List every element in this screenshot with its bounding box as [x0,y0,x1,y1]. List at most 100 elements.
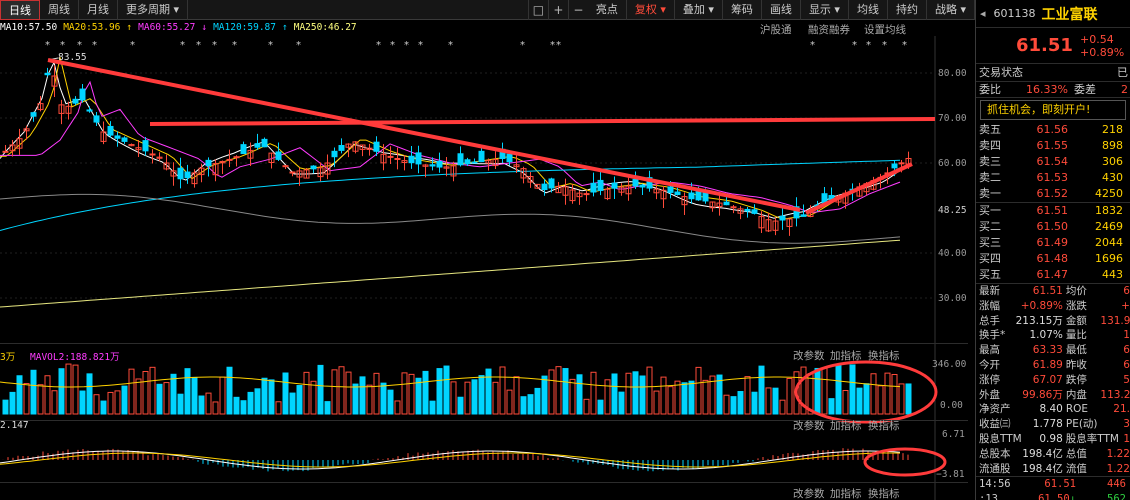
candle-body [541,183,548,191]
volume-bar [65,363,72,415]
bid-price: 61.47 [1036,268,1069,281]
volume-bar [366,384,373,415]
stat-label-2: 内盘 [1065,388,1087,401]
stock-code: 601138 [993,7,1036,20]
ask-level-label: 卖三 [979,155,1001,168]
volume-bar [541,375,548,415]
candle-body [2,150,9,153]
stat-value: 1.07% [1029,329,1063,342]
collapse-chevron-icon[interactable]: ◂ [980,7,986,20]
bottom-edit-params[interactable]: 改参数 [793,486,825,500]
candle-body [121,137,128,142]
stat-row: 换手* 1.07% 量比 1 [976,328,1130,343]
ask-row[interactable]: 卖四 61.55 898 [976,138,1130,154]
volume-edit-params[interactable]: 改参数 [793,348,825,362]
candle-body [408,155,415,164]
bid-row[interactable]: 买一 61.51 1832 [976,203,1130,219]
ma20-line [0,57,901,220]
stat-value: 61.51 [1032,285,1063,297]
volume-bar [401,372,408,415]
volume-bar [289,392,296,415]
event-star-icon: * [376,40,381,51]
stat-label-2: 昨收 [1065,358,1087,371]
volume-bar [93,394,100,415]
trade-status-value: 已 [1117,66,1128,79]
stat-value-2: 5 [1123,373,1130,386]
macd-axis-label: −3.81 [936,469,965,480]
candle-body [72,98,79,104]
event-star-icon: * [92,40,97,51]
candle-body [373,141,380,152]
volume-bar [142,370,149,415]
volume-bar [485,368,492,415]
bid-row[interactable]: 买五 61.47 443 [976,267,1130,283]
bid-row[interactable]: 买四 61.48 1696 [976,251,1130,267]
trend-line-up [805,162,913,215]
volume-bar [443,365,450,415]
stat-row: 外盘 99.86万 内盘 113.2 [976,388,1130,403]
stat-row: 总手 213.15万 金额 131.9 [976,314,1130,329]
event-star-icon: * [180,40,185,51]
ask-row[interactable]: 卖二 61.53 430 [976,170,1130,186]
macd-add-indicator[interactable]: 加指标 [830,418,862,432]
stat-row: 总股本 198.4亿 总值 1.22 [976,447,1130,462]
event-star-icon: * [902,40,907,51]
event-star-icon: * [296,40,301,51]
stat-value: 213.15万 [1015,314,1063,327]
bottom-change-indicator[interactable]: 换指标 [868,486,900,500]
stat-value-2: 1 [1123,329,1130,342]
volume-change-indicator[interactable]: 换指标 [868,348,900,362]
stat-value: 8.40 [1039,403,1063,416]
candle-body [464,159,471,165]
price-panel-divider [0,343,968,344]
volume-bar [751,391,758,415]
stat-label: 最新 [979,285,1000,297]
candle-body [226,158,233,161]
tick-row: 14:56 61.51 446 [976,477,1130,492]
stat-row: 净资产 8.40 ROE 21. [976,402,1130,417]
macd-dea-line [0,452,901,468]
stat-label-2: PE(动) [1065,418,1098,431]
macd-change-indicator[interactable]: 换指标 [868,418,900,432]
event-star-icon: * [60,40,65,51]
bid-row[interactable]: 买二 61.50 2469 [976,219,1130,235]
event-star-icon: * [77,40,82,51]
price-change-pct: +0.89% [1080,45,1125,59]
ask-row[interactable]: 卖一 61.52 4250 [976,186,1130,202]
stat-value: 198.4亿 [1022,462,1063,475]
candle-body [44,72,51,76]
bottom-add-indicator[interactable]: 加指标 [830,486,862,500]
volume-add-indicator[interactable]: 加指标 [830,348,862,362]
event-star-icon: * [196,40,201,51]
volume-bar [233,396,240,415]
ma60-line [0,80,901,214]
macd-edit-params[interactable]: 改参数 [793,418,825,432]
volume-bar [646,366,653,415]
volume-ma-label: MAVOL2:188.821万 [30,352,120,363]
volume-bar [212,401,219,415]
volume-bar [674,380,681,415]
candle-body [688,192,695,200]
ma120-line [0,159,901,231]
candle-body [583,193,590,196]
promo-banner[interactable]: 抓住机会，即刻开户! [980,100,1126,120]
price-axis-label: 70.00 [938,113,967,124]
candle-body [695,191,702,201]
volume-bar [254,388,261,415]
bid-volume: 1832 [1095,204,1123,217]
volume-bar [261,377,268,415]
volume-axis-label: 0.00 [940,400,963,411]
bid-row[interactable]: 买三 61.49 2044 [976,235,1130,251]
volume-bar [520,396,527,415]
ask-row[interactable]: 卖五 61.56 218 [976,122,1130,138]
stat-label-2: 均价 [1065,285,1087,297]
event-star-icon: * [130,40,135,51]
tick-time: 14:56 [979,478,1011,491]
event-star-icon: * [45,40,50,51]
candle-body [667,186,674,193]
order-ratio-label: 委比 [979,83,1001,96]
ask-price: 61.54 [1036,155,1069,168]
kline-chart[interactable]: * * * * * * * * * * * * * * * * * * * * * * * * [0,0,975,500]
volume-bar [359,376,366,415]
ask-row[interactable]: 卖三 61.54 306 [976,154,1130,170]
